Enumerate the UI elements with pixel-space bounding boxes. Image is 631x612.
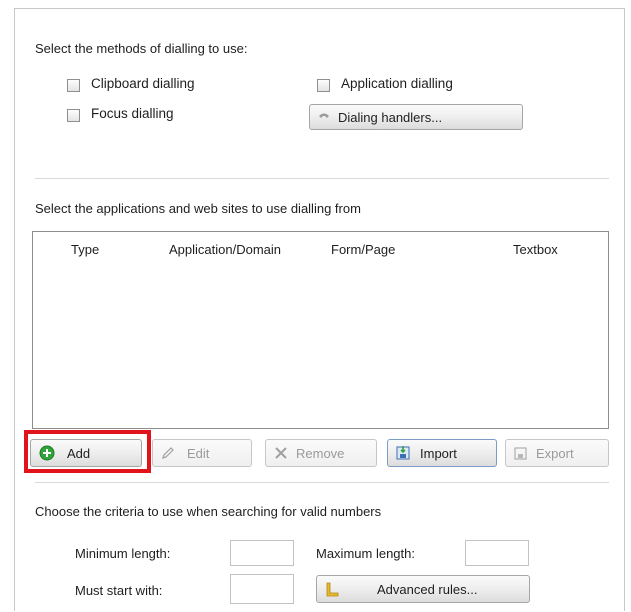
import-label: Import	[420, 445, 457, 461]
export-icon	[514, 446, 528, 460]
must-start-with-field[interactable]	[230, 574, 294, 604]
application-dialling-checkbox[interactable]	[317, 79, 330, 92]
dialing-handlers-button[interactable]: Dialing handlers...	[309, 104, 523, 130]
dialing-handlers-label: Dialing handlers...	[338, 109, 443, 125]
criteria-heading: Choose the criteria to use when searchin…	[35, 504, 382, 519]
advanced-rules-button[interactable]: Advanced rules...	[316, 575, 530, 603]
methods-heading: Select the methods of dialling to use:	[35, 41, 248, 56]
application-dialling-label: Application dialling	[341, 76, 453, 91]
phone-icon	[318, 111, 330, 123]
minimum-length-field[interactable]	[230, 540, 294, 566]
advanced-rules-icon	[325, 581, 339, 597]
import-button[interactable]: Import	[387, 439, 497, 467]
focus-dialling-checkbox[interactable]	[67, 109, 80, 122]
divider	[35, 178, 609, 179]
column-header-textbox[interactable]: Textbox	[513, 242, 558, 257]
export-label: Export	[536, 445, 574, 461]
edit-icon	[161, 446, 175, 460]
import-icon	[396, 445, 412, 461]
applications-list[interactable]: Type Application/Domain Form/Page Textbo…	[32, 231, 609, 429]
edit-label: Edit	[187, 445, 210, 461]
applications-heading: Select the applications and web sites to…	[35, 201, 361, 216]
remove-label: Remove	[296, 445, 345, 461]
divider	[35, 482, 609, 483]
focus-dialling-label: Focus dialling	[91, 106, 174, 121]
edit-button[interactable]: Edit	[152, 439, 252, 467]
highlight-box	[24, 430, 151, 473]
clipboard-dialling-label: Clipboard dialling	[91, 76, 195, 91]
remove-icon	[274, 446, 288, 460]
export-button[interactable]: Export	[505, 439, 609, 467]
minimum-length-label: Minimum length:	[75, 546, 171, 561]
must-start-with-label: Must start with:	[75, 583, 163, 598]
remove-button[interactable]: Remove	[265, 439, 377, 467]
column-header-type[interactable]: Type	[71, 242, 99, 257]
maximum-length-label: Maximum length:	[316, 546, 415, 561]
advanced-rules-label: Advanced rules...	[377, 581, 478, 597]
maximum-length-field[interactable]	[465, 540, 529, 566]
settings-panel: Select the methods of dialling to use: C…	[14, 8, 625, 611]
clipboard-dialling-checkbox[interactable]	[67, 79, 80, 92]
column-header-form-page[interactable]: Form/Page	[331, 242, 395, 257]
column-header-application-domain[interactable]: Application/Domain	[169, 242, 281, 257]
